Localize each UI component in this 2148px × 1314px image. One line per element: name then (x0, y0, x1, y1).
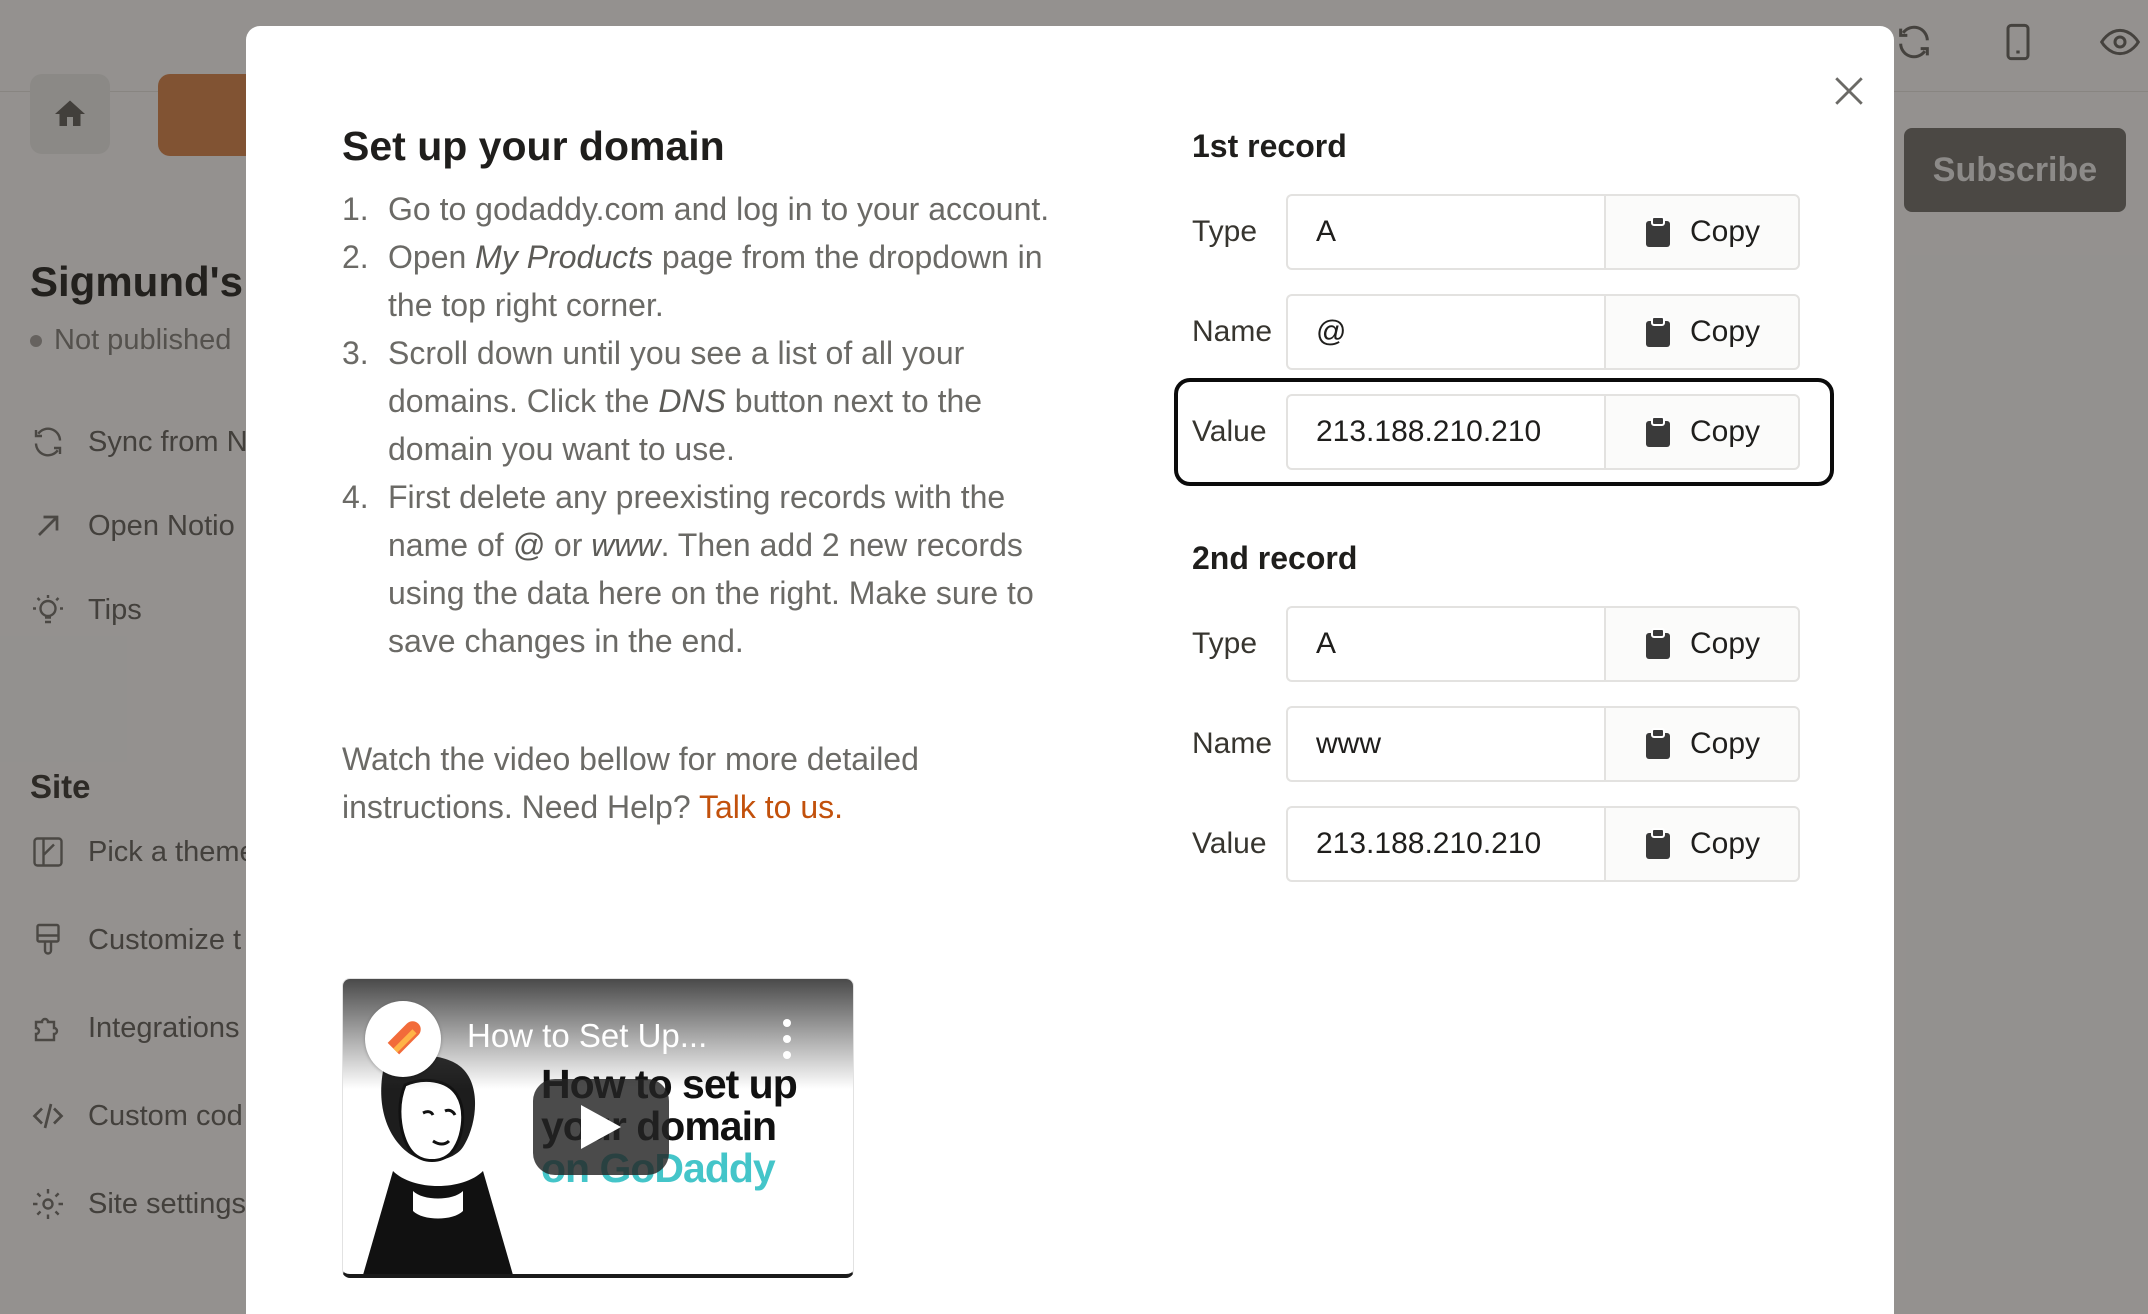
video-menu-button[interactable] (777, 1019, 797, 1059)
copy-label: Copy (1689, 215, 1761, 248)
step-text: Open My Products page from the dropdown … (388, 233, 1062, 329)
first-record-name-row: Name @ Copy (1192, 294, 1800, 370)
step-text: Go to godaddy.com and log in to your acc… (388, 185, 1049, 233)
copy-button[interactable]: Copy (1604, 294, 1800, 370)
step-number: 3. (342, 335, 369, 372)
video-title[interactable]: How to Set Up... (467, 1017, 707, 1055)
record-value-field[interactable]: A (1286, 606, 1604, 682)
step-emphasis: @ (512, 527, 545, 564)
step-text-part: or (545, 527, 592, 564)
copy-button[interactable]: Copy (1604, 706, 1800, 782)
step-item: 2. Open My Products page from the dropdow… (342, 233, 1062, 329)
copy-button[interactable]: Copy (1604, 194, 1800, 270)
step-text-part: Go to godaddy.com and log in to your acc… (388, 191, 1050, 228)
step-number: 4. (342, 479, 369, 516)
record-field-label: Type (1192, 627, 1258, 660)
step-emphasis: DNS (658, 383, 726, 420)
record-value-field[interactable]: A (1286, 194, 1604, 270)
copy-label: Copy (1689, 627, 1761, 660)
record-field-label: Name (1192, 727, 1273, 760)
talk-to-us-link[interactable]: Talk to us. (699, 789, 843, 825)
close-button[interactable] (1820, 62, 1878, 120)
record-field-label: Name (1192, 315, 1273, 348)
step-number: 2. (342, 239, 369, 276)
second-record-name-row: Name www Copy (1192, 706, 1800, 782)
watch-instructions: Watch the video bellow for more detailed… (342, 735, 1062, 831)
first-record-value-row: Value 213.188.210.210 Copy (1192, 394, 1800, 470)
clipboard-icon (1645, 628, 1670, 659)
modal-title: Set up your domain (342, 123, 725, 169)
play-button[interactable] (533, 1079, 669, 1175)
domain-setup-modal: Set up your domain 1. Go to godaddy.com a… (246, 26, 1894, 1314)
step-item: 1. Go to godaddy.com and log in to your a… (342, 185, 1062, 233)
copy-button[interactable]: Copy (1604, 806, 1800, 882)
clipboard-icon (1645, 828, 1670, 859)
second-record-value-row: Value 213.188.210.210 Copy (1192, 806, 1800, 882)
record-field-label: Value (1192, 415, 1267, 448)
clipboard-icon (1645, 728, 1670, 759)
popsy-logo-icon (387, 1021, 421, 1055)
record-field-label: Type (1192, 215, 1258, 248)
steps-list: 1. Go to godaddy.com and log in to your a… (342, 185, 1062, 665)
copy-label: Copy (1689, 827, 1761, 860)
record-value-field[interactable]: www (1286, 706, 1604, 782)
step-item: 3. Scroll down until you see a list of al… (342, 329, 1062, 473)
first-record-type-row: Type A Copy (1192, 194, 1800, 270)
play-icon (581, 1105, 621, 1149)
instructions-column: Set up your domain 1. Go to godaddy.com a… (342, 122, 1062, 831)
step-item: 4. First delete any preexisting records w… (342, 473, 1062, 665)
copy-button[interactable]: Copy (1604, 394, 1800, 470)
clipboard-icon (1645, 316, 1670, 347)
clipboard-icon (1645, 216, 1670, 247)
record-value-field[interactable]: @ (1286, 294, 1604, 370)
channel-avatar[interactable] (365, 1001, 441, 1077)
record-value-field[interactable]: 213.188.210.210 (1286, 806, 1604, 882)
copy-button[interactable]: Copy (1604, 606, 1800, 682)
step-emphasis: My Products (475, 239, 653, 276)
copy-label: Copy (1689, 415, 1761, 448)
first-record-heading: 1st record (1192, 128, 1347, 164)
step-text-part: Open (388, 239, 476, 276)
second-record-heading: 2nd record (1192, 540, 1358, 576)
step-text: First delete any preexisting records wit… (388, 473, 1062, 665)
record-field-label: Value (1192, 827, 1267, 860)
step-text: Scroll down until you see a list of all … (388, 329, 1062, 473)
video-player[interactable]: How to Set Up... How to set up your doma… (342, 978, 854, 1278)
close-icon (1835, 77, 1863, 105)
copy-label: Copy (1689, 727, 1761, 760)
record-value-field[interactable]: 213.188.210.210 (1286, 394, 1604, 470)
second-record-type-row: Type A Copy (1192, 606, 1800, 682)
clipboard-icon (1645, 416, 1670, 447)
step-emphasis: www (591, 527, 661, 564)
step-number: 1. (342, 191, 369, 228)
copy-label: Copy (1689, 315, 1761, 348)
